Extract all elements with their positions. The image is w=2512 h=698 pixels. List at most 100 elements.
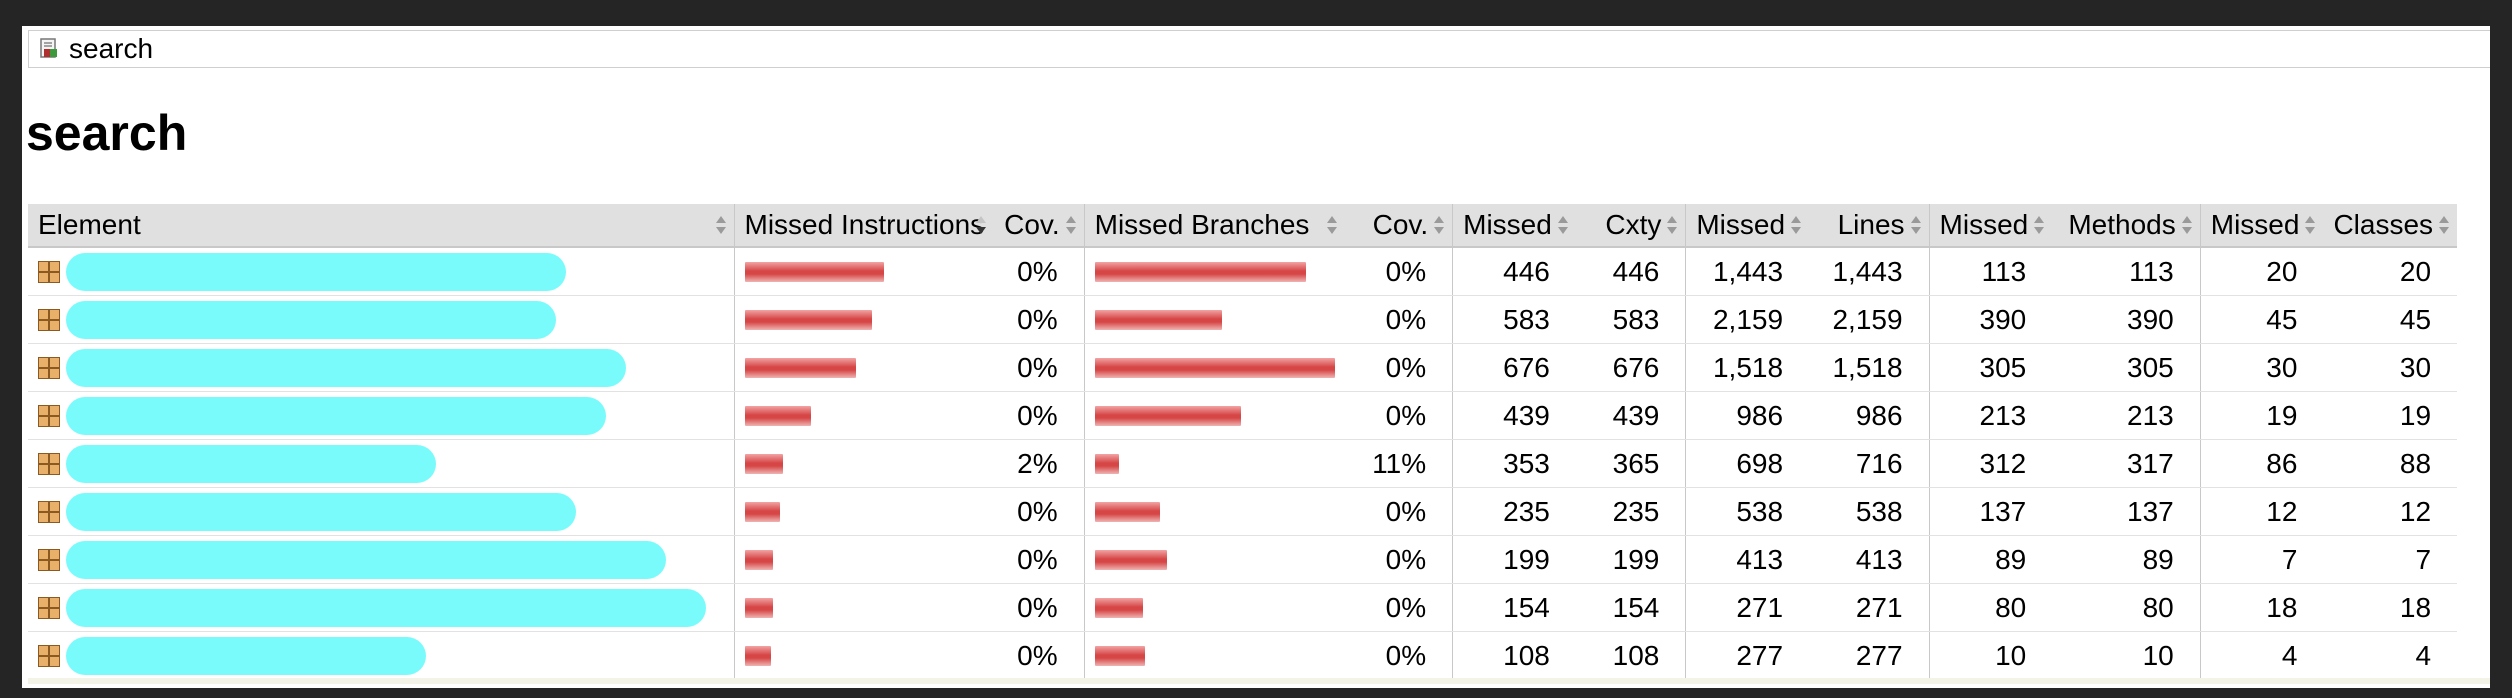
- column-header-missed-instructions[interactable]: Missed Instructions: [733, 204, 995, 248]
- missed-classes-cell: 19: [2199, 391, 2324, 440]
- page-title: search: [26, 105, 188, 161]
- table-row: 0% 0% 154 154 271 271 80 80 18 18: [28, 583, 2458, 632]
- sort-icon: [1557, 216, 1568, 234]
- table-row: 0% 0% 235 235 538 538 137 137 12 12: [28, 487, 2458, 536]
- sort-icon: [2034, 216, 2045, 234]
- sort-icon: [1910, 216, 1921, 234]
- missed-lines-cell: 271: [1685, 583, 1810, 632]
- redacted-package-link[interactable]: [66, 252, 566, 291]
- column-header-instruction-coverage[interactable]: Cov.: [994, 204, 1085, 248]
- redacted-package-link[interactable]: [66, 444, 436, 483]
- table-row: 0% 0% 439 439 986 986 213 213 19 19: [28, 391, 2458, 440]
- branch-coverage-cell: 0%: [1344, 631, 1453, 680]
- column-header-complexity[interactable]: Cxty: [1575, 204, 1686, 248]
- instruction-coverage-cell: 2%: [994, 439, 1085, 488]
- column-header-missed-branches[interactable]: Missed Branches: [1083, 204, 1345, 248]
- column-header-branch-coverage[interactable]: Cov.: [1344, 204, 1453, 248]
- element-cell: [28, 535, 734, 584]
- missed-branches-cell: [1083, 583, 1345, 632]
- redacted-package-link[interactable]: [66, 636, 426, 675]
- instruction-coverage-cell: 0%: [994, 247, 1085, 296]
- element-cell: [28, 391, 734, 440]
- missed-branches-bar: [1094, 453, 1119, 474]
- redacted-package-link[interactable]: [66, 300, 556, 339]
- redacted-package-link[interactable]: [66, 588, 706, 627]
- classes-cell: 30: [2323, 343, 2458, 392]
- package-icon: [38, 308, 60, 331]
- instruction-coverage-cell: 0%: [994, 343, 1085, 392]
- coverage-table: Element Missed Instructions Cov. Missed …: [28, 204, 2458, 680]
- element-cell: [28, 583, 734, 632]
- element-cell: [28, 439, 734, 488]
- missed-complexity-cell: 154: [1452, 583, 1576, 632]
- classes-cell: 88: [2323, 439, 2458, 488]
- branch-coverage-cell: 0%: [1344, 391, 1453, 440]
- redacted-package-link[interactable]: [66, 540, 666, 579]
- missed-branches-cell: [1083, 487, 1345, 536]
- sort-icon: [2439, 216, 2450, 234]
- missed-classes-cell: 30: [2199, 343, 2324, 392]
- breadcrumb: search: [28, 30, 2490, 68]
- missed-complexity-cell: 439: [1452, 391, 1576, 440]
- column-header-missed-complexity[interactable]: Missed: [1452, 204, 1576, 248]
- classes-cell: 4: [2323, 631, 2458, 680]
- missed-instructions-cell: [733, 439, 995, 488]
- column-header-classes[interactable]: Classes: [2323, 204, 2458, 248]
- element-cell: [28, 487, 734, 536]
- column-header-missed-lines[interactable]: Missed: [1685, 204, 1810, 248]
- lines-cell: 413: [1809, 535, 1930, 584]
- complexity-cell: 108: [1575, 631, 1686, 680]
- column-header-methods[interactable]: Methods: [2052, 204, 2201, 248]
- redacted-package-link[interactable]: [66, 492, 576, 531]
- methods-cell: 89: [2052, 535, 2201, 584]
- element-cell: [28, 343, 734, 392]
- redacted-package-link[interactable]: [66, 396, 606, 435]
- complexity-cell: 676: [1575, 343, 1686, 392]
- methods-cell: 305: [2052, 343, 2201, 392]
- missed-instructions-bar: [744, 309, 872, 330]
- column-header-lines[interactable]: Lines: [1809, 204, 1930, 248]
- complexity-cell: 154: [1575, 583, 1686, 632]
- package-icon: [38, 260, 60, 283]
- lines-cell: 986: [1809, 391, 1930, 440]
- column-header-element[interactable]: Element: [28, 204, 734, 248]
- branch-coverage-cell: 0%: [1344, 247, 1453, 296]
- complexity-cell: 439: [1575, 391, 1686, 440]
- branch-coverage-cell: 0%: [1344, 295, 1453, 344]
- missed-instructions-cell: [733, 391, 995, 440]
- sort-icon: [1667, 216, 1678, 234]
- missed-lines-cell: 698: [1685, 439, 1810, 488]
- sort-icon: [1791, 216, 1802, 234]
- missed-complexity-cell: 446: [1452, 247, 1576, 296]
- branch-coverage-cell: 0%: [1344, 487, 1453, 536]
- methods-cell: 213: [2052, 391, 2201, 440]
- methods-cell: 113: [2052, 247, 2201, 296]
- sort-icon: [715, 216, 726, 234]
- methods-cell: 317: [2052, 439, 2201, 488]
- missed-instructions-cell: [733, 247, 995, 296]
- breadcrumb-current[interactable]: search: [69, 35, 153, 63]
- missed-instructions-cell: [733, 631, 995, 680]
- column-header-missed-methods[interactable]: Missed: [1928, 204, 2053, 248]
- missed-complexity-cell: 235: [1452, 487, 1576, 536]
- missed-methods-cell: 113: [1928, 247, 2053, 296]
- redacted-package-link[interactable]: [66, 348, 626, 387]
- package-icon: [38, 644, 60, 667]
- instruction-coverage-cell: 0%: [994, 391, 1085, 440]
- missed-methods-cell: 89: [1928, 535, 2053, 584]
- instruction-coverage-cell: 0%: [994, 535, 1085, 584]
- methods-cell: 80: [2052, 583, 2201, 632]
- lines-cell: 1,443: [1809, 247, 1930, 296]
- missed-methods-cell: 305: [1928, 343, 2053, 392]
- lines-cell: 1,518: [1809, 343, 1930, 392]
- table-row: 2% 11% 353 365 698 716 312 317 86 88: [28, 439, 2458, 488]
- missed-complexity-cell: 353: [1452, 439, 1576, 488]
- missed-instructions-bar: [744, 645, 771, 666]
- table-row: 0% 0% 446 446 1,443 1,443 113 113 20 20: [28, 247, 2458, 296]
- column-header-missed-classes[interactable]: Missed: [2199, 204, 2324, 248]
- package-icon: [38, 500, 60, 523]
- missed-instructions-bar: [744, 405, 811, 426]
- methods-cell: 137: [2052, 487, 2201, 536]
- branch-coverage-cell: 0%: [1344, 535, 1453, 584]
- missed-complexity-cell: 583: [1452, 295, 1576, 344]
